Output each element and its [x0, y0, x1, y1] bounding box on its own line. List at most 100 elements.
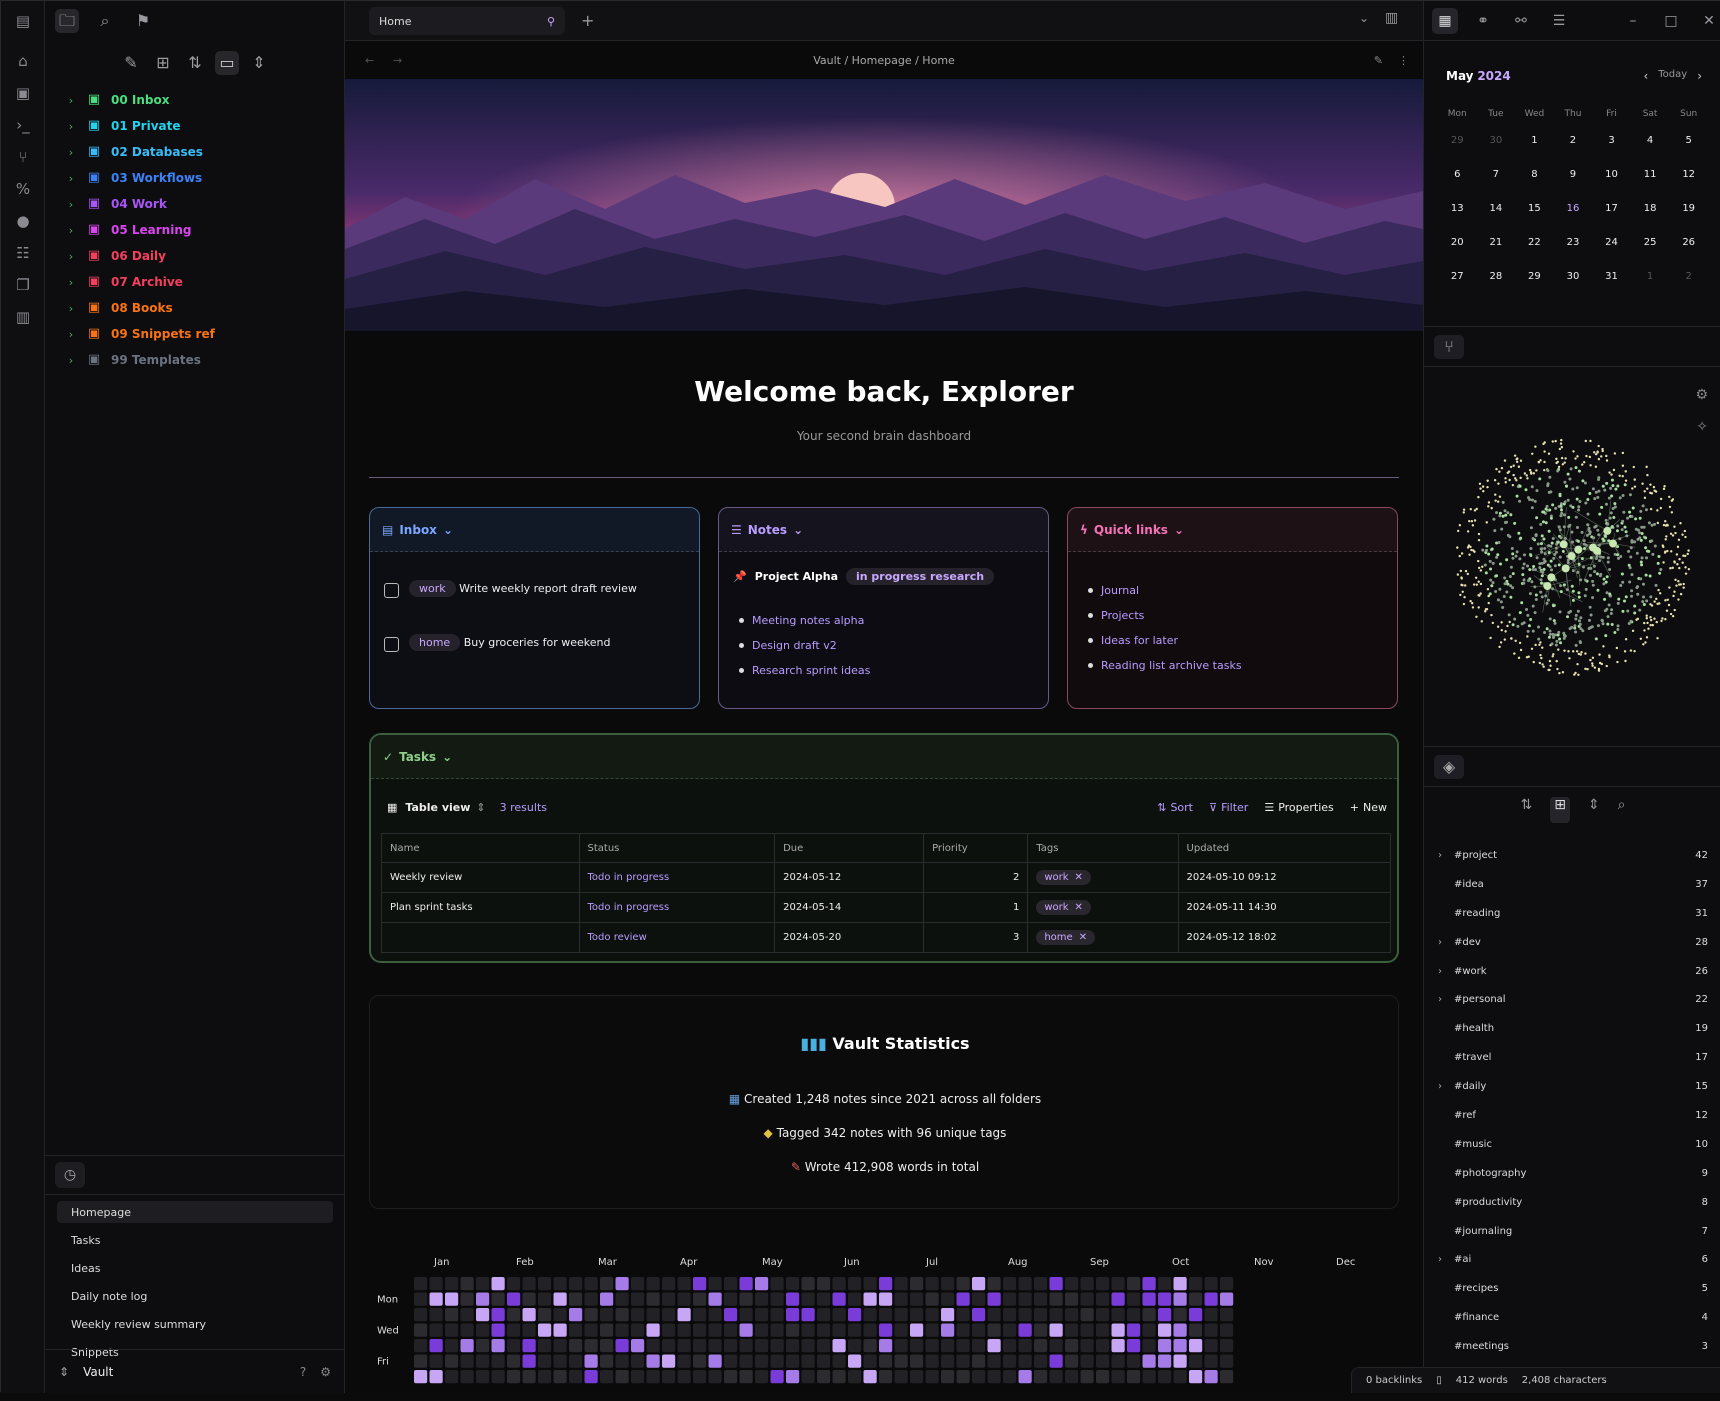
graph-node[interactable] — [1611, 479, 1614, 482]
search-icon[interactable]: ⌕ — [1618, 797, 1626, 823]
graph-node[interactable] — [1614, 488, 1617, 491]
graph-node[interactable] — [1591, 596, 1594, 599]
graph-node[interactable] — [1648, 521, 1651, 524]
heatmap-cell[interactable] — [941, 1293, 954, 1306]
heatmap-cell[interactable] — [523, 1339, 536, 1352]
graph-node[interactable] — [1591, 580, 1594, 583]
graph-icon[interactable]: ⑂ — [13, 147, 33, 167]
heatmap-cell[interactable] — [1143, 1324, 1156, 1337]
graph-node[interactable] — [1487, 505, 1489, 507]
graph-node[interactable] — [1516, 495, 1519, 498]
heatmap-cell[interactable] — [817, 1339, 830, 1352]
list-item[interactable]: Design draft v2 — [739, 633, 870, 658]
heatmap-cell[interactable] — [802, 1293, 815, 1306]
terminal-icon[interactable]: ›_ — [13, 115, 33, 135]
folder-item[interactable]: ›▣07 Archive — [65, 269, 335, 295]
heatmap-cell[interactable] — [988, 1339, 1001, 1352]
graph-node[interactable] — [1646, 615, 1648, 617]
heatmap-cell[interactable] — [616, 1277, 629, 1290]
heatmap-cell[interactable] — [1174, 1324, 1187, 1337]
graph-node[interactable] — [1496, 553, 1499, 556]
graph-node[interactable] — [1575, 516, 1578, 519]
graph-node[interactable] — [1597, 624, 1600, 627]
graph-node[interactable] — [1619, 496, 1622, 499]
graph-node[interactable] — [1487, 553, 1490, 556]
heatmap-cell[interactable] — [817, 1308, 830, 1321]
graph-node[interactable] — [1598, 653, 1600, 655]
heatmap-cell[interactable] — [445, 1308, 458, 1321]
graph-node[interactable] — [1526, 474, 1528, 476]
heatmap-cell[interactable] — [895, 1277, 908, 1290]
backlink-count[interactable]: 0 backlinks — [1366, 1375, 1422, 1386]
graph-node[interactable] — [1571, 541, 1574, 544]
sort-button[interactable]: Sort — [1170, 801, 1193, 814]
book-icon[interactable]: ▯ — [1436, 1375, 1442, 1386]
forward-icon[interactable]: → — [393, 54, 402, 67]
graph-node[interactable] — [1655, 598, 1657, 600]
graph-node[interactable] — [1485, 571, 1488, 574]
graph-node[interactable] — [1566, 615, 1569, 618]
heatmap-cell[interactable] — [895, 1355, 908, 1368]
today-button[interactable]: Today — [1658, 69, 1687, 83]
graph-node[interactable] — [1570, 626, 1573, 629]
graph-node[interactable] — [1645, 599, 1648, 602]
heatmap-cell[interactable] — [895, 1308, 908, 1321]
list-item[interactable]: Research sprint ideas — [739, 658, 870, 683]
task-tag[interactable]: work — [409, 580, 456, 597]
graph-node[interactable] — [1650, 619, 1652, 621]
calendar-day[interactable]: 2 — [1554, 123, 1593, 157]
heatmap-cell[interactable] — [1143, 1308, 1156, 1321]
heatmap-cell[interactable] — [1189, 1308, 1202, 1321]
graph-node[interactable] — [1487, 595, 1489, 597]
graph-node[interactable] — [1653, 486, 1655, 488]
graph-node[interactable] — [1674, 609, 1676, 611]
graph-node[interactable] — [1640, 560, 1643, 563]
graph-node[interactable] — [1584, 594, 1587, 597]
graph-node[interactable] — [1562, 632, 1565, 635]
graph-node[interactable] — [1589, 440, 1591, 442]
graph-node[interactable] — [1531, 506, 1534, 509]
graph-node[interactable] — [1548, 636, 1551, 639]
new-tab-icon[interactable]: + — [581, 11, 594, 30]
heatmap-cell[interactable] — [1158, 1308, 1171, 1321]
graph-node[interactable] — [1589, 456, 1591, 458]
calendar-day[interactable]: 17 — [1592, 191, 1631, 225]
graph-node[interactable] — [1606, 623, 1609, 626]
heatmap-cell[interactable] — [631, 1355, 644, 1368]
list-item[interactable]: Meeting notes alpha — [739, 608, 870, 633]
heatmap-cell[interactable] — [538, 1277, 551, 1290]
backlinks-icon[interactable]: ⚭ — [1470, 8, 1496, 34]
tab-list-icon[interactable]: ⌄ — [1359, 11, 1369, 25]
graph-node[interactable] — [1610, 511, 1613, 514]
graph-node[interactable] — [1638, 531, 1641, 534]
graph-node[interactable] — [1500, 528, 1503, 531]
graph-node[interactable] — [1524, 472, 1526, 474]
graph-node[interactable] — [1499, 562, 1502, 565]
heatmap-cell[interactable] — [492, 1324, 505, 1337]
chevron-right-icon[interactable]: › — [65, 224, 77, 237]
heatmap-cell[interactable] — [507, 1308, 520, 1321]
heatmap-cell[interactable] — [631, 1293, 644, 1306]
heatmap-cell[interactable] — [600, 1277, 613, 1290]
auto-reveal-icon[interactable]: ▭ — [215, 51, 239, 75]
tag-pill[interactable]: home✕ — [1036, 930, 1095, 945]
graph-node[interactable] — [1645, 466, 1647, 468]
graph-node[interactable] — [1529, 554, 1532, 557]
folder-icon[interactable]: 🗀 — [55, 9, 79, 33]
heatmap-cell[interactable] — [740, 1293, 753, 1306]
graph-node[interactable] — [1574, 546, 1582, 554]
heatmap-cell[interactable] — [1143, 1355, 1156, 1368]
graph-node[interactable] — [1486, 480, 1488, 482]
graph-node[interactable] — [1519, 611, 1522, 614]
graph-node[interactable] — [1522, 567, 1525, 570]
graph-node[interactable] — [1666, 550, 1668, 552]
task-checkbox[interactable] — [384, 637, 399, 652]
graph-node[interactable] — [1660, 620, 1662, 622]
graph-node[interactable] — [1560, 442, 1562, 444]
heatmap-cell[interactable] — [926, 1293, 939, 1306]
graph-node[interactable] — [1475, 577, 1477, 579]
graph-node[interactable] — [1605, 519, 1608, 522]
graph-node[interactable] — [1559, 610, 1562, 613]
heatmap-cell[interactable] — [786, 1293, 799, 1306]
graph-node[interactable] — [1638, 609, 1641, 612]
